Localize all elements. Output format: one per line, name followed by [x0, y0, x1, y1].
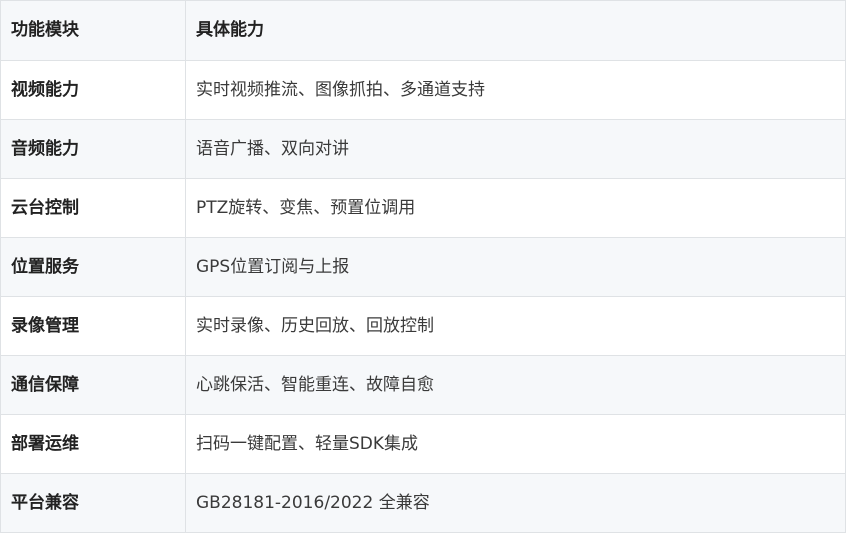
- module-cell: 云台控制: [0, 178, 186, 238]
- table-row: 录像管理 实时录像、历史回放、回放控制: [0, 296, 846, 356]
- feature-capability-table: 功能模块 具体能力 视频能力 实时视频推流、图像抓拍、多通道支持 音频能力 语音…: [0, 0, 846, 533]
- table-row: 位置服务 GPS位置订阅与上报: [0, 237, 846, 297]
- header-capability: 具体能力: [185, 0, 846, 61]
- capability-cell: 扫码一键配置、轻量SDK集成: [185, 414, 846, 474]
- capability-cell: GPS位置订阅与上报: [185, 237, 846, 297]
- table-row: 云台控制 PTZ旋转、变焦、预置位调用: [0, 178, 846, 238]
- table-row: 视频能力 实时视频推流、图像抓拍、多通道支持: [0, 60, 846, 120]
- capability-cell: PTZ旋转、变焦、预置位调用: [185, 178, 846, 238]
- table-row: 音频能力 语音广播、双向对讲: [0, 119, 846, 179]
- module-cell: 录像管理: [0, 296, 186, 356]
- table-body: 视频能力 实时视频推流、图像抓拍、多通道支持 音频能力 语音广播、双向对讲 云台…: [0, 60, 846, 533]
- capability-cell: GB28181-2016/2022 全兼容: [185, 473, 846, 533]
- capability-cell: 实时视频推流、图像抓拍、多通道支持: [185, 60, 846, 120]
- capability-cell: 语音广播、双向对讲: [185, 119, 846, 179]
- module-cell: 部署运维: [0, 414, 186, 474]
- module-cell: 位置服务: [0, 237, 186, 297]
- table-row: 通信保障 心跳保活、智能重连、故障自愈: [0, 355, 846, 415]
- capability-cell: 心跳保活、智能重连、故障自愈: [185, 355, 846, 415]
- header-row: 功能模块 具体能力: [0, 0, 846, 61]
- table-header: 功能模块 具体能力: [0, 0, 846, 61]
- header-module: 功能模块: [0, 0, 186, 61]
- capability-cell: 实时录像、历史回放、回放控制: [185, 296, 846, 356]
- table-row: 部署运维 扫码一键配置、轻量SDK集成: [0, 414, 846, 474]
- module-cell: 视频能力: [0, 60, 186, 120]
- module-cell: 音频能力: [0, 119, 186, 179]
- module-cell: 平台兼容: [0, 473, 186, 533]
- table-row: 平台兼容 GB28181-2016/2022 全兼容: [0, 473, 846, 533]
- module-cell: 通信保障: [0, 355, 186, 415]
